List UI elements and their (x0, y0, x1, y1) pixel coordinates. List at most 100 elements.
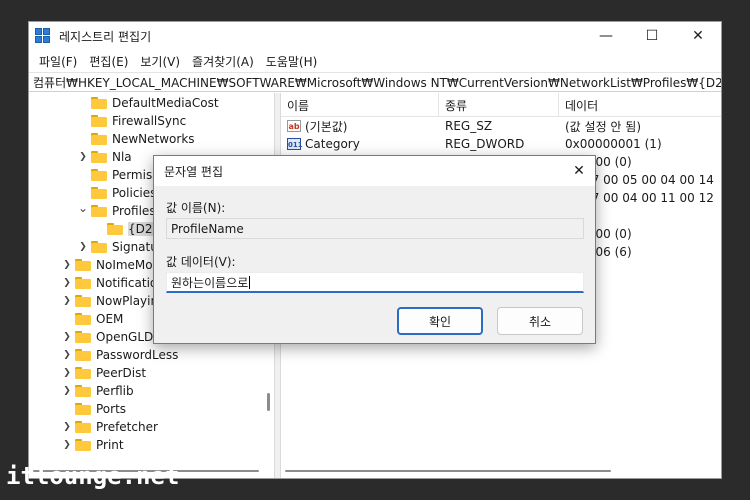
tree-item[interactable]: ❯ Prefetcher (61, 418, 158, 436)
value-type: REG_DWORD (445, 137, 525, 151)
string-value-icon: ab (287, 120, 301, 132)
value-row[interactable]: 011 Category REG_DWORD 0x00000001 (1) (281, 135, 721, 153)
tree-item[interactable]: ❯ PasswordLess (61, 346, 178, 364)
expand-chevron-icon[interactable]: ❯ (61, 332, 73, 342)
folder-icon (75, 421, 91, 433)
tree-item-label: Perflib (96, 384, 134, 398)
tree-item-label: Profiles (112, 204, 156, 218)
dialog-title: 문자열 편집 (164, 164, 224, 179)
folder-icon (75, 403, 91, 415)
value-name-field[interactable]: ProfileName (166, 218, 584, 239)
address-bar[interactable]: 컴퓨터₩HKEY_LOCAL_MACHINE₩SOFTWARE₩Microsof… (29, 72, 721, 92)
tree-item[interactable]: ❯ Perflib (61, 382, 134, 400)
expand-chevron-icon[interactable]: ❯ (61, 260, 73, 270)
folder-icon (75, 439, 91, 451)
menu-edit[interactable]: 편집(E) (83, 53, 134, 70)
value-name-label: 값 이름(N): (166, 201, 226, 215)
folder-icon (107, 223, 123, 235)
tree-item[interactable]: Policies (77, 184, 156, 202)
value-name: Category (305, 137, 360, 151)
tree-item[interactable]: ⌄ Profiles (77, 201, 156, 220)
value-list-horizontal-scrollbar[interactable] (285, 470, 611, 472)
tree-item[interactable]: ❯ Nla (77, 148, 132, 166)
tree-item[interactable]: NewNetworks (77, 130, 195, 148)
dialog-close-button[interactable]: ✕ (563, 156, 595, 186)
tree-vertical-scrollbar[interactable] (267, 393, 270, 411)
minimize-button[interactable]: — (583, 22, 629, 50)
tree-item-label: Nla (112, 150, 132, 164)
tree-item[interactable]: ❯ OpenGLDr (61, 328, 158, 346)
dword-value-icon: 011 (287, 138, 303, 150)
folder-icon (75, 331, 91, 343)
expand-chevron-icon[interactable]: ❯ (61, 386, 73, 396)
folder-icon (91, 115, 107, 127)
folder-icon (91, 241, 107, 253)
tree-item[interactable]: ❯ PeerDist (61, 364, 146, 382)
value-name-cell: 011 Category (281, 137, 439, 151)
folder-icon (91, 133, 107, 145)
tree-item[interactable]: ❯ Print (61, 436, 123, 454)
tree-item-label: NewNetworks (112, 132, 195, 146)
close-button[interactable]: ✕ (675, 22, 721, 50)
folder-icon (91, 205, 107, 217)
edit-string-dialog: 문자열 편집 ✕ 값 이름(N): ProfileName 값 데이터(V): … (153, 155, 596, 344)
tree-item[interactable]: Ports (61, 400, 126, 418)
menu-bar: 파일(F) 편집(E) 보기(V) 즐겨찾기(A) 도움말(H) (29, 50, 721, 72)
tree-item-label: FirewallSync (112, 114, 187, 128)
expand-chevron-icon[interactable]: ❯ (61, 440, 73, 450)
tree-item-label: Permiss (112, 168, 159, 182)
tree-item[interactable]: ❯ NoImeMod (61, 256, 160, 274)
tree-item[interactable]: {D2F (93, 220, 160, 238)
value-name-text: ProfileName (171, 221, 244, 236)
tree-item[interactable]: OEM (61, 310, 123, 328)
value-row[interactable]: ab (기본값) REG_SZ (값 설정 안 됨) (281, 117, 721, 135)
value-data-input[interactable]: 원하는이름으로 (166, 272, 584, 293)
registry-editor-app-icon (35, 28, 51, 44)
folder-icon (75, 295, 91, 307)
value-data: 0x00000001 (1) (565, 137, 662, 151)
column-header-type[interactable]: 종류 (439, 93, 559, 117)
tree-item-label: PeerDist (96, 366, 147, 380)
tree-item[interactable]: DefaultMediaCost (77, 94, 219, 112)
collapse-chevron-icon[interactable]: ⌄ (77, 201, 89, 215)
tree-item[interactable]: ❯ Signatu (77, 238, 158, 256)
menu-view[interactable]: 보기(V) (134, 53, 186, 70)
menu-file[interactable]: 파일(F) (33, 53, 83, 70)
expand-chevron-icon[interactable]: ❯ (61, 278, 73, 288)
tree-item-label: OEM (96, 312, 124, 326)
tree-item-label: Prefetcher (96, 420, 158, 434)
expand-chevron-icon[interactable]: ❯ (77, 242, 89, 252)
tree-item[interactable]: ❯ NowPlayin (61, 292, 158, 310)
tree-item-label: OpenGLDr (96, 330, 159, 344)
tree-item[interactable]: FirewallSync (77, 112, 186, 130)
folder-icon (75, 349, 91, 361)
tree-item-label: DefaultMediaCost (112, 96, 219, 110)
tree-item-label: Ports (96, 402, 127, 416)
folder-icon (91, 151, 107, 163)
value-name-cell: ab (기본값) (281, 118, 439, 135)
folder-icon (75, 313, 91, 325)
maximize-button[interactable]: ☐ (629, 22, 675, 50)
tree-item[interactable]: Permiss (77, 166, 158, 184)
value-data-label: 값 데이터(V): (166, 255, 236, 269)
ok-button[interactable]: 확인 (397, 307, 483, 335)
cancel-button[interactable]: 취소 (497, 307, 583, 335)
expand-chevron-icon[interactable]: ❯ (61, 296, 73, 306)
expand-chevron-icon[interactable]: ❯ (61, 422, 73, 432)
menu-favorites[interactable]: 즐겨찾기(A) (186, 53, 260, 70)
value-name: (기본값) (305, 119, 348, 134)
folder-icon (75, 259, 91, 271)
watermark: itlounge.net (6, 462, 180, 490)
expand-chevron-icon[interactable]: ❯ (77, 152, 89, 162)
folder-icon (75, 385, 91, 397)
column-header-name[interactable]: 이름 (281, 93, 439, 117)
expand-chevron-icon[interactable]: ❯ (61, 368, 73, 378)
value-type: REG_SZ (445, 119, 493, 133)
tree-item[interactable]: ❯ Notification (61, 274, 165, 292)
tree-item-label: Policies (112, 186, 157, 200)
title-bar: 레지스트리 편집기 — ☐ ✕ (29, 22, 721, 50)
expand-chevron-icon[interactable]: ❯ (61, 350, 73, 360)
menu-help[interactable]: 도움말(H) (260, 53, 324, 70)
column-header-data[interactable]: 데이터 (559, 93, 721, 117)
folder-icon (75, 367, 91, 379)
